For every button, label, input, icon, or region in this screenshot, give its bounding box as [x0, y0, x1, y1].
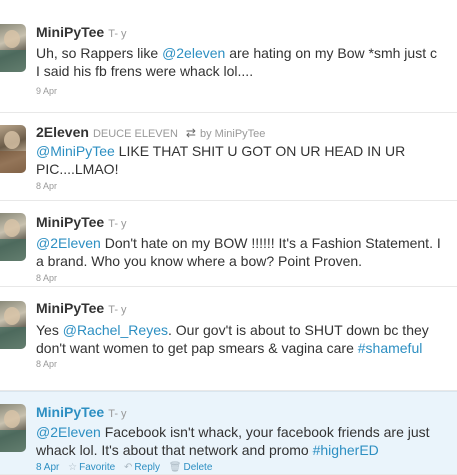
- tweet-text: Yes @Rachel_Reyes. Our gov't is about to…: [36, 321, 457, 357]
- tweet-3[interactable]: MiniPyTee T- y @2Eleven Don't hate on my …: [0, 201, 457, 287]
- user-handle[interactable]: DEUCE ELEVEN: [93, 128, 178, 140]
- tweet-header: MiniPyTee T- y: [36, 300, 127, 320]
- retweeted-by[interactable]: by MiniPyTee: [200, 128, 265, 140]
- mention-link[interactable]: @2Eleven: [36, 235, 101, 251]
- tweet-text-line: I said his fb frens were whack lol....: [36, 62, 457, 80]
- tweet-text: @2Eleven Don't hate on my BOW !!!!!! It'…: [36, 234, 457, 270]
- tweet-text: Uh, so Rappers like @2eleven are hating …: [36, 44, 457, 80]
- user-handle[interactable]: T- y: [108, 304, 126, 316]
- tweet-1[interactable]: MiniPyTee T- y Uh, so Rappers like @2elev…: [0, 0, 457, 113]
- tweet-text-segment: I said his fb frens were whack lol....: [36, 63, 254, 79]
- tweet-date[interactable]: 9 Apr: [36, 86, 57, 96]
- hashtag-link[interactable]: #shameful: [358, 340, 423, 356]
- retweet-icon: ⇄: [185, 126, 196, 140]
- tweet-4[interactable]: MiniPyTee T- y Yes @Rachel_Reyes. Our gov…: [0, 287, 457, 391]
- tweet-text-segment: PIC....LMAO!: [36, 161, 119, 177]
- trash-icon: 🗑: [168, 462, 182, 473]
- tweet-text-line: whack lol. It's about that network and p…: [36, 441, 457, 459]
- tweet-text-line: Uh, so Rappers like @2eleven are hating …: [36, 44, 457, 62]
- tweet-header: 2Eleven DEUCE ELEVEN ⇄ by MiniPyTee: [36, 124, 265, 144]
- tweet-text-segment: don't want women to get pap smears & vag…: [36, 340, 358, 356]
- reply-icon: ↶: [124, 462, 133, 473]
- tweet-date[interactable]: 8 Apr: [36, 273, 57, 283]
- tweet-text-segment: a brand. Who you know where a bow? Point…: [36, 253, 363, 269]
- tweet-text-segment: Uh, so Rappers like: [36, 45, 163, 61]
- tweet-text-segment: Yes: [36, 322, 63, 338]
- tweet-text-line: @2Eleven Don't hate on my BOW !!!!!! It'…: [36, 234, 457, 252]
- tweet-date[interactable]: 8 Apr: [36, 462, 59, 473]
- tweet-header: MiniPyTee T- y: [36, 404, 127, 424]
- hashtag-link[interactable]: #higherED: [313, 442, 379, 458]
- tweet-text-segment: are hating on my Bow *smh just c: [225, 45, 437, 61]
- mention-link[interactable]: @Rachel_Reyes: [63, 322, 168, 338]
- tweet-text-line: @2Eleven Facebook isn't whack, your face…: [36, 423, 457, 441]
- avatar[interactable]: [0, 404, 26, 452]
- tweet-text-segment: LIKE THAT SHIT U GOT ON UR HEAD IN UR: [114, 143, 406, 159]
- tweet-5[interactable]: MiniPyTee T- y @2Eleven Facebook isn't wh…: [0, 391, 457, 475]
- user-handle[interactable]: T- y: [108, 28, 126, 40]
- user-name[interactable]: MiniPyTee: [36, 404, 104, 420]
- star-icon: ☆: [68, 462, 78, 473]
- tweet-header: MiniPyTee T- y: [36, 214, 127, 234]
- tweet-text-segment: whack lol. It's about that network and p…: [36, 442, 313, 458]
- avatar[interactable]: [0, 301, 26, 349]
- avatar[interactable]: [0, 213, 26, 261]
- user-name[interactable]: MiniPyTee: [36, 214, 104, 230]
- tweet-date[interactable]: 8 Apr: [36, 181, 57, 191]
- tweet-text: @MiniPyTee LIKE THAT SHIT U GOT ON UR HE…: [36, 142, 457, 178]
- tweet-text-line: PIC....LMAO!: [36, 160, 457, 178]
- delete-button[interactable]: 🗑 Delete: [169, 462, 213, 473]
- user-name[interactable]: MiniPyTee: [36, 300, 104, 316]
- favorite-button[interactable]: ☆ Favorite: [68, 462, 115, 473]
- tweet-2[interactable]: 2Eleven DEUCE ELEVEN ⇄ by MiniPyTee @MiniPy…: [0, 113, 457, 201]
- tweet-text-segment: Facebook isn't whack, your facebook frie…: [100, 424, 430, 440]
- tweet-text-segment: Don't hate on my BOW !!!!!! It's a Fashi…: [100, 235, 441, 251]
- reply-button[interactable]: ↶ Reply: [124, 462, 160, 473]
- mention-link[interactable]: @2Eleven: [36, 424, 101, 440]
- avatar[interactable]: [0, 24, 26, 72]
- tweet-actions: 8 Apr ☆ Favorite ↶ Reply 🗑 Delete: [36, 462, 212, 473]
- tweet-text-line: a brand. Who you know where a bow? Point…: [36, 252, 457, 270]
- tweet-text-segment: . Our gov't is about to SHUT down bc the…: [168, 322, 429, 338]
- tweet-text-line: don't want women to get pap smears & vag…: [36, 339, 457, 357]
- mention-link[interactable]: @2eleven: [162, 45, 225, 61]
- tweet-text: @2Eleven Facebook isn't whack, your face…: [36, 423, 457, 459]
- user-handle[interactable]: T- y: [108, 408, 126, 420]
- tweet-header: MiniPyTee T- y: [36, 24, 127, 44]
- mention-link[interactable]: @MiniPyTee: [36, 143, 115, 159]
- tweet-text-line: @MiniPyTee LIKE THAT SHIT U GOT ON UR HE…: [36, 142, 457, 160]
- user-name[interactable]: 2Eleven: [36, 124, 89, 140]
- avatar[interactable]: [0, 125, 26, 173]
- tweet-text-line: Yes @Rachel_Reyes. Our gov't is about to…: [36, 321, 457, 339]
- tweet-date[interactable]: 8 Apr: [36, 359, 57, 369]
- user-name[interactable]: MiniPyTee: [36, 24, 104, 40]
- user-handle[interactable]: T- y: [108, 218, 126, 230]
